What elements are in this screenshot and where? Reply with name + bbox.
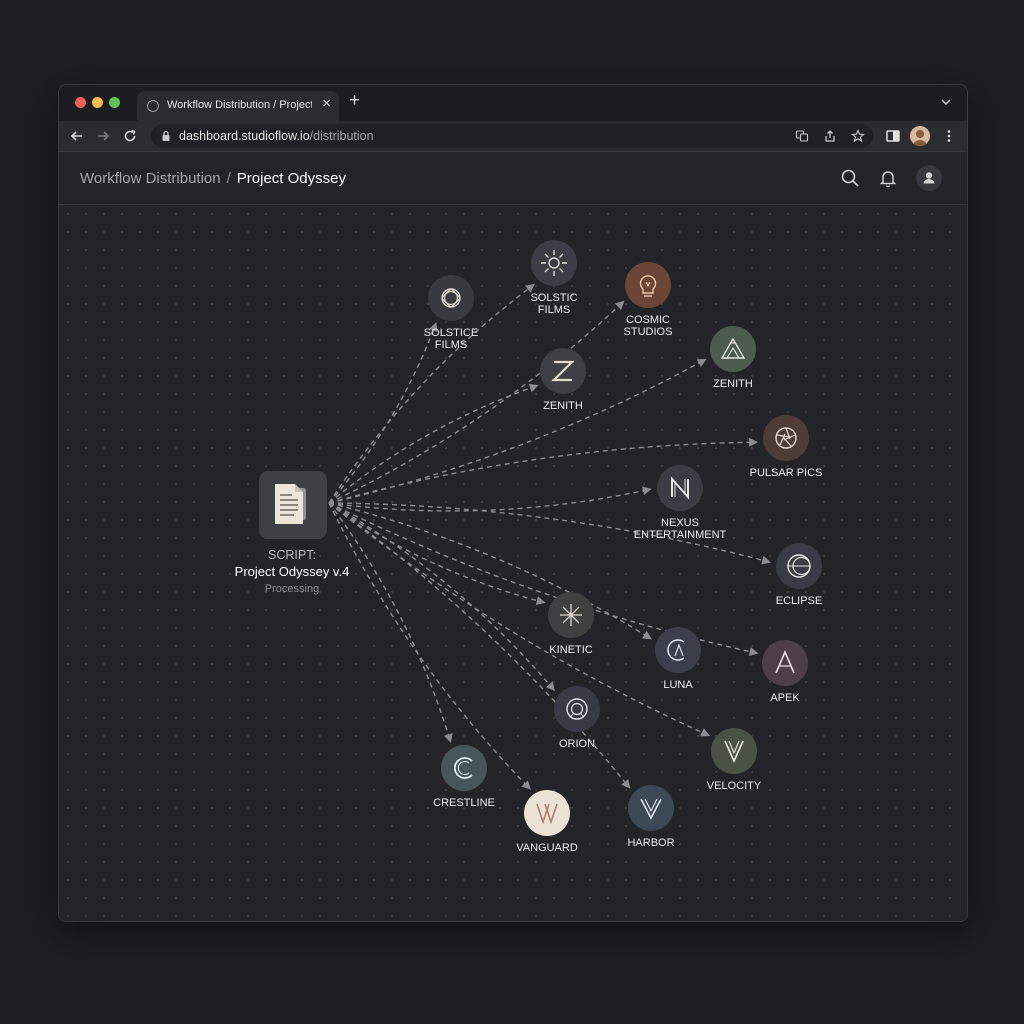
node-eclipse-label: ECLIPSE bbox=[775, 595, 823, 607]
chevron-v-icon bbox=[724, 740, 744, 763]
crescent-icon bbox=[667, 639, 685, 661]
browser-tab[interactable]: Workflow Distribution / Project Odyssey … bbox=[137, 91, 339, 121]
page-title: Project Odyssey bbox=[236, 170, 346, 187]
chevron-down-icon[interactable] bbox=[939, 95, 953, 109]
node-pulsar-pics-label: PULSAR PICS bbox=[749, 467, 823, 479]
new-tab-button[interactable]: + bbox=[349, 91, 360, 111]
node-luna-circle[interactable] bbox=[655, 627, 701, 673]
breadcrumb: Workflow Distribution / Project Odyssey bbox=[80, 170, 346, 187]
url-host: dashboard.studioflow.io bbox=[179, 129, 310, 143]
mountain-icon bbox=[720, 337, 746, 359]
ring-icon bbox=[566, 698, 588, 720]
node-zenith-mountain-circle[interactable] bbox=[710, 326, 756, 372]
app-header: Workflow Distribution / Project Odyssey bbox=[59, 152, 967, 205]
forward-arrow-icon[interactable] bbox=[95, 128, 111, 144]
script-source-label: SCRIPT: Project Odyssey v.4 Processing bbox=[192, 548, 392, 595]
share-icon[interactable] bbox=[823, 129, 837, 143]
node-nexus-entertainment-circle[interactable] bbox=[657, 465, 703, 511]
reload-icon[interactable] bbox=[122, 128, 138, 144]
url-text: dashboard.studioflow.io/distribution bbox=[179, 129, 374, 143]
script-type-label: SCRIPT: bbox=[268, 548, 316, 562]
distribution-edge bbox=[328, 486, 652, 512]
sidebar-toggle-icon[interactable] bbox=[885, 128, 901, 144]
translate-icon[interactable] bbox=[795, 129, 809, 143]
eclipse-icon bbox=[787, 554, 811, 578]
double-v-icon bbox=[536, 803, 558, 825]
node-pulsar-pics-circle[interactable] bbox=[763, 415, 809, 461]
maximize-window-button[interactable] bbox=[109, 97, 120, 108]
distribution-edge bbox=[328, 502, 531, 790]
node-vanguard-circle[interactable] bbox=[524, 790, 570, 836]
node-solstic-films-label: SOLSTIC FILMS bbox=[530, 292, 578, 316]
url-path: /distribution bbox=[309, 129, 374, 143]
more-vertical-icon[interactable] bbox=[941, 128, 957, 144]
search-icon[interactable] bbox=[840, 168, 860, 188]
script-source-card[interactable] bbox=[259, 471, 327, 539]
lightbulb-icon bbox=[639, 275, 657, 297]
sun-icon bbox=[541, 250, 567, 276]
distribution-edge bbox=[328, 502, 556, 692]
node-zenith-mountain-label: ZENITH bbox=[713, 378, 753, 390]
node-solstice-films-label: SOLSTICE FILMS bbox=[423, 327, 479, 351]
node-harbor-label: HARBOR bbox=[627, 837, 675, 849]
node-kinetic-label: KINETIC bbox=[549, 644, 593, 656]
script-status: Processing bbox=[264, 583, 320, 595]
notification-bell-icon[interactable] bbox=[878, 168, 898, 188]
aperture-icon bbox=[775, 427, 797, 449]
node-cosmic-studios-label: COSMIC STUDIOS bbox=[623, 314, 673, 338]
breadcrumb-parent-link[interactable]: Workflow Distribution bbox=[80, 170, 221, 187]
node-cosmic-studios-circle[interactable] bbox=[625, 262, 671, 308]
c-icon bbox=[453, 757, 473, 779]
distribution-edge bbox=[328, 358, 707, 504]
node-velocity-circle[interactable] bbox=[711, 728, 757, 774]
distribution-canvas[interactable]: SCRIPT: Project Odyssey v.4 Processing S… bbox=[59, 205, 967, 921]
address-bar[interactable]: dashboard.studioflow.io/distribution bbox=[151, 124, 873, 148]
breadcrumb-separator: / bbox=[226, 170, 231, 187]
browser-toolbar: dashboard.studioflow.io/distribution bbox=[59, 121, 967, 152]
favicon-icon bbox=[147, 100, 159, 112]
node-nexus-entertainment-label: NEXUS ENTERTAINMENT bbox=[633, 517, 727, 541]
bookmark-star-icon[interactable] bbox=[851, 129, 865, 143]
node-orion-label: ORION bbox=[558, 738, 596, 750]
node-apek-circle[interactable] bbox=[762, 640, 808, 686]
swirl-icon bbox=[441, 288, 461, 308]
n-icon bbox=[671, 476, 689, 500]
node-crestline-label: CRESTLINE bbox=[433, 797, 495, 809]
person-icon bbox=[913, 130, 927, 146]
user-menu-button[interactable] bbox=[916, 165, 942, 191]
minimize-window-button[interactable] bbox=[92, 97, 103, 108]
node-velocity-label: VELOCITY bbox=[706, 780, 762, 792]
node-harbor-circle[interactable] bbox=[628, 785, 674, 831]
lock-icon[interactable] bbox=[159, 129, 173, 143]
profile-avatar[interactable] bbox=[910, 126, 930, 146]
tab-close-button[interactable]: × bbox=[322, 96, 331, 112]
tab-strip: Workflow Distribution / Project Odyssey … bbox=[59, 85, 967, 121]
node-solstic-films-circle[interactable] bbox=[531, 240, 577, 286]
harbor-v-icon bbox=[640, 798, 662, 820]
peak-icon bbox=[775, 649, 795, 674]
close-window-button[interactable] bbox=[75, 97, 86, 108]
back-arrow-icon[interactable] bbox=[69, 128, 85, 144]
node-eclipse-circle[interactable] bbox=[776, 543, 822, 589]
node-luna-label: LUNA bbox=[663, 679, 693, 691]
browser-window: Workflow Distribution / Project Odyssey … bbox=[58, 84, 968, 922]
document-icon bbox=[275, 484, 306, 524]
node-apek-label: APEK bbox=[770, 692, 800, 704]
node-solstice-films-circle[interactable] bbox=[428, 275, 474, 321]
node-orion-circle[interactable] bbox=[554, 686, 600, 732]
script-name: Project Odyssey v.4 bbox=[234, 564, 350, 579]
node-kinetic-circle[interactable] bbox=[548, 592, 594, 638]
node-zenith-z-circle[interactable] bbox=[540, 348, 586, 394]
node-zenith-z-label: ZENITH bbox=[543, 400, 583, 412]
node-crestline-circle[interactable] bbox=[441, 745, 487, 791]
tab-title: Workflow Distribution / Project Odyssey bbox=[167, 99, 312, 111]
asterisk-icon bbox=[560, 604, 582, 626]
z-icon bbox=[551, 360, 575, 382]
user-icon bbox=[923, 172, 935, 184]
